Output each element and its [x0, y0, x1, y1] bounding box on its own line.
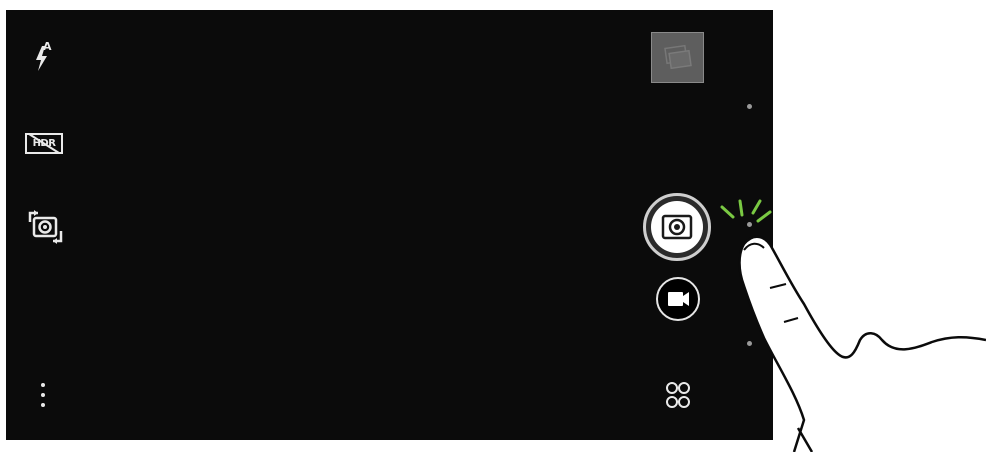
- video-record-button[interactable]: [656, 277, 700, 321]
- switch-camera-icon[interactable]: [28, 210, 64, 244]
- hdr-off-icon[interactable]: HDR: [25, 133, 63, 154]
- page-indicator-dot: [747, 104, 752, 109]
- camera-rotate-icon: [28, 210, 63, 244]
- camera-modes-icon[interactable]: [665, 381, 691, 409]
- menu-dot: [41, 403, 45, 407]
- shutter-face: [651, 201, 703, 253]
- hdr-label: HDR: [32, 138, 56, 149]
- four-circles-icon: [666, 382, 690, 408]
- flash-auto-icon[interactable]: A: [32, 40, 60, 72]
- tap-highlight-marks: [720, 199, 772, 223]
- more-menu-icon[interactable]: [38, 381, 48, 409]
- stacked-photos-icon: [664, 44, 692, 70]
- tap-gesture-hand-illustration: [720, 199, 986, 452]
- menu-dot: [41, 383, 45, 387]
- menu-dot: [41, 393, 45, 397]
- flash-mode-label: A: [43, 40, 52, 53]
- camera-icon: [661, 214, 693, 240]
- gallery-thumbnail[interactable]: [651, 32, 704, 83]
- video-camera-icon: [668, 292, 689, 306]
